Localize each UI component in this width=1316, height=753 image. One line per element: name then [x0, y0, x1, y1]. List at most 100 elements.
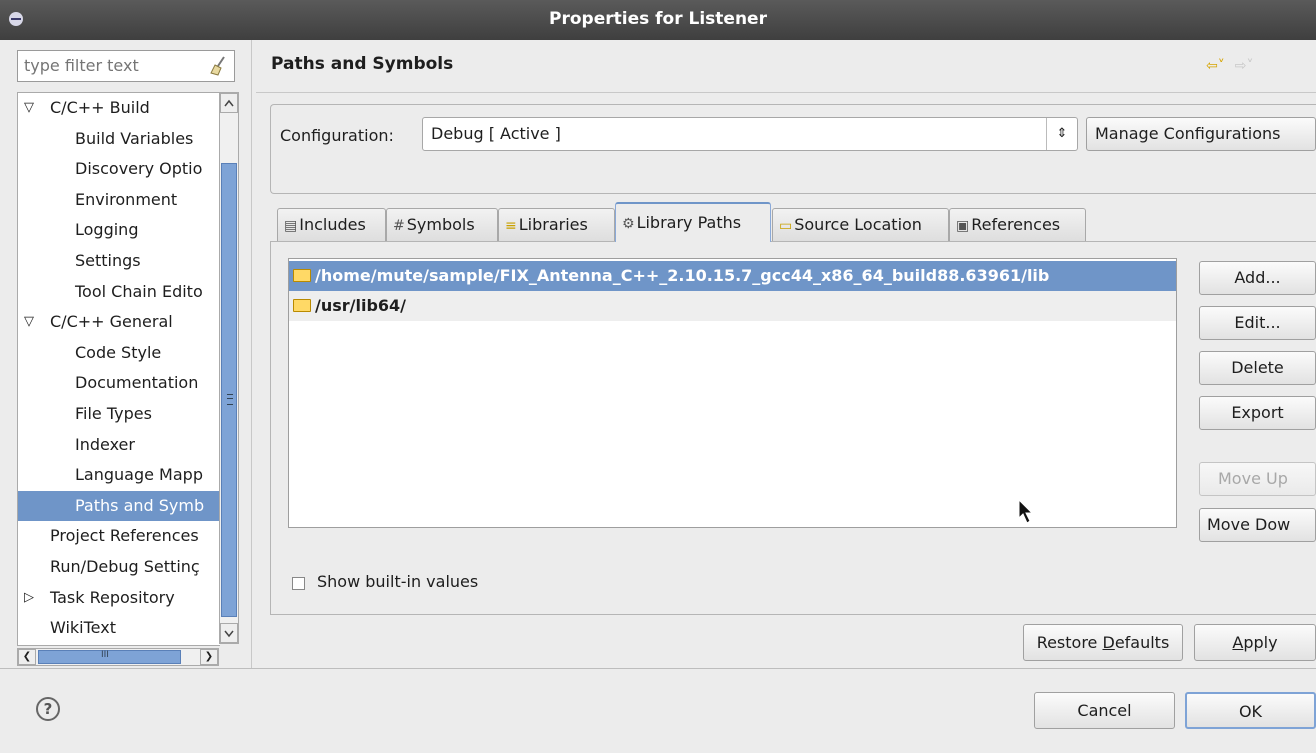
tree-item[interactable]: Language Mapp — [18, 460, 220, 490]
tab-libraries[interactable]: ≡ Libraries — [498, 208, 615, 241]
back-arrow-icon[interactable]: ⇦˅ — [1206, 58, 1225, 74]
manage-configurations-button[interactable]: Manage Configurations — [1086, 117, 1316, 151]
cancel-button[interactable]: Cancel — [1034, 692, 1175, 729]
hash-icon: # — [393, 218, 405, 234]
add-button[interactable]: Add... — [1199, 261, 1316, 295]
folder-icon: ▭ — [779, 218, 793, 234]
tab-label: Libraries — [518, 215, 588, 234]
path-label: /home/mute/sample/FIX_Antenna_C++_2.10.1… — [315, 266, 1050, 285]
tab-symbols[interactable]: # Symbols — [386, 208, 498, 241]
tree-item[interactable]: Build Variables — [18, 124, 220, 154]
tab-library-paths[interactable]: ⚙ Library Paths — [615, 202, 771, 242]
library-path-list[interactable]: /home/mute/sample/FIX_Antenna_C++_2.10.1… — [288, 258, 1177, 528]
libraries-icon: ≡ — [505, 218, 517, 234]
collapsed-triangle-icon[interactable]: ▷ — [24, 583, 34, 613]
tree-item-label: Language Mapp — [75, 465, 203, 485]
tree-item-label: C/C++ Build — [50, 98, 150, 117]
page-title: Paths and Symbols — [271, 54, 454, 74]
clear-filter-icon[interactable] — [207, 55, 229, 77]
tree-item[interactable]: Tool Chain Edito — [18, 277, 220, 307]
tree-item[interactable]: Run/Debug Settinç — [18, 552, 220, 582]
tab-includes[interactable]: ▤ Includes — [277, 208, 386, 241]
property-tree: ▽ C/C++ Build Build Variables Discovery Opt… — [17, 92, 220, 646]
export-button[interactable]: Export — [1199, 396, 1316, 430]
chevron-down-icon — [224, 630, 234, 638]
tree-item-label: Environment — [75, 189, 178, 209]
show-builtin-label: Show built-in values — [317, 572, 479, 591]
tree-item-label: Tool Chain Edito — [75, 281, 203, 301]
tree-item-label: Discovery Optio — [75, 159, 203, 179]
scroll-left-arrow[interactable]: ❮ — [18, 649, 36, 665]
edit-button[interactable]: Edit... — [1199, 306, 1316, 340]
expanded-triangle-icon[interactable]: ▽ — [24, 93, 34, 123]
tab-source-location[interactable]: ▭ Source Location — [772, 208, 949, 241]
tree-item[interactable]: WikiText — [18, 613, 220, 643]
tree-item[interactable]: Logging — [18, 215, 220, 245]
pane-divider[interactable] — [251, 40, 252, 668]
tree-item[interactable]: ▽ C/C++ Build — [18, 93, 220, 123]
tree-item-label: C/C++ General — [50, 312, 173, 332]
tree-item-label: Run/Debug Settinç — [50, 557, 200, 576]
tree-item[interactable]: Code Style — [18, 338, 220, 368]
tab-references[interactable]: ▣ References — [949, 208, 1086, 241]
tree-item-label: Build Variables — [75, 128, 194, 148]
tree-item[interactable]: Indexer — [18, 430, 220, 460]
move-up-button[interactable]: Move Up — [1199, 462, 1316, 496]
tree-item[interactable]: Project References — [18, 521, 220, 551]
tree-vertical-scrollbar[interactable] — [219, 92, 239, 644]
scroll-grip-label: III — [101, 650, 109, 660]
tree-item-label: Settings — [75, 251, 141, 270]
scroll-right-arrow[interactable]: ❯ — [200, 649, 218, 665]
filter-input[interactable] — [24, 56, 204, 75]
up-down-chevron-icon: ⇕ — [1046, 118, 1077, 150]
vertical-scroll-thumb[interactable] — [221, 163, 237, 617]
references-icon: ▣ — [956, 218, 970, 234]
tree-horizontal-scrollbar[interactable]: ❮ III ❯ — [17, 648, 219, 666]
tree-item-label: Project References — [50, 526, 199, 546]
configuration-select[interactable]: Debug [ Active ] ⇕ — [422, 117, 1078, 151]
filter-field[interactable] — [17, 50, 235, 82]
help-icon[interactable]: ? — [36, 697, 60, 721]
scroll-up-arrow[interactable] — [220, 93, 238, 113]
tree-item[interactable]: Discovery Optio — [18, 154, 220, 184]
forward-arrow-icon[interactable]: ⇨˅ — [1235, 58, 1254, 74]
chevron-right-icon: ❯ — [204, 651, 214, 662]
expanded-triangle-icon[interactable]: ▽ — [24, 307, 34, 337]
page-navigation: ⇦˅ ⇨˅ — [1206, 58, 1253, 74]
ok-button[interactable]: OK — [1185, 692, 1316, 729]
tree-item-label: Logging — [75, 220, 139, 240]
tree-item[interactable]: Environment — [18, 185, 220, 215]
scroll-down-arrow[interactable] — [220, 623, 238, 643]
list-item[interactable]: /home/mute/sample/FIX_Antenna_C++_2.10.1… — [289, 261, 1176, 291]
horizontal-scroll-thumb[interactable]: III — [38, 650, 181, 664]
library-paths-icon: ⚙ — [622, 216, 635, 232]
tree-item[interactable]: ▷ Task Repository — [18, 583, 220, 613]
tab-label: Library Paths — [636, 213, 742, 232]
tree-item[interactable]: Paths and Symb — [18, 490, 220, 521]
tree-item-label: Task Repository — [50, 587, 175, 607]
apply-button[interactable]: Apply — [1194, 624, 1316, 661]
window-title-bar: Properties for Listener — [0, 0, 1316, 40]
delete-button[interactable]: Delete — [1199, 351, 1316, 385]
tree-item[interactable]: File Types — [18, 399, 220, 429]
apply-label: Apply — [1232, 633, 1278, 652]
scroll-grip-icon — [227, 394, 233, 405]
tab-label: References — [971, 215, 1061, 234]
chevron-left-icon: ❮ — [22, 651, 32, 662]
tree-item[interactable]: Documentation — [18, 368, 220, 398]
restore-defaults-label: Restore Defaults — [1036, 633, 1170, 652]
show-builtin-checkbox[interactable] — [292, 577, 305, 590]
tree-item[interactable]: ▽ C/C++ General — [18, 307, 220, 337]
path-label: /usr/lib64/ — [315, 296, 407, 315]
restore-defaults-button[interactable]: Restore Defaults — [1023, 624, 1183, 661]
tree-item[interactable]: Settings — [18, 246, 220, 276]
footer-separator — [0, 668, 1316, 669]
tree-item-label: Documentation — [75, 373, 199, 393]
window-title: Properties for Listener — [549, 9, 767, 29]
title-separator — [256, 92, 1316, 93]
configuration-label: Configuration: — [280, 126, 394, 145]
tree-item-label: Indexer — [75, 434, 135, 454]
tab-label: Includes — [299, 215, 366, 234]
list-item[interactable]: /usr/lib64/ — [289, 291, 1176, 321]
move-down-button[interactable]: Move Dow — [1199, 508, 1316, 542]
